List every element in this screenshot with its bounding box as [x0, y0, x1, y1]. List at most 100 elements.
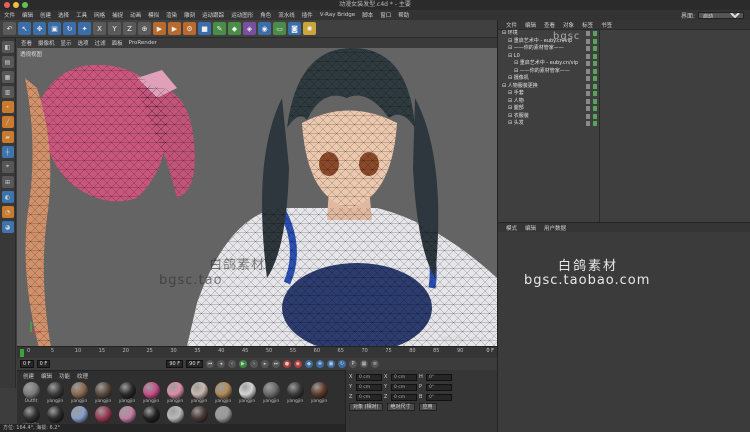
z-axis-icon[interactable]: Z — [123, 22, 136, 35]
object-row[interactable]: ⊟ 衣服装 — [498, 113, 750, 121]
object-enabled-icon[interactable] — [593, 91, 597, 96]
live-select-icon[interactable]: ↖ — [18, 22, 31, 35]
axis-mode-icon[interactable]: ┼ — [1, 146, 14, 158]
end-frame-field[interactable]: 90 F — [166, 360, 184, 368]
deformer-icon[interactable]: ◉ — [258, 22, 271, 35]
object-menu-item[interactable]: 文件 — [506, 21, 517, 29]
menu-item[interactable]: 动画 — [130, 11, 141, 19]
camera-icon[interactable]: ◙ — [288, 22, 301, 35]
menu-item[interactable]: 网格 — [94, 11, 105, 19]
menu-item[interactable]: 渲染 — [166, 11, 177, 19]
object-visibility-icon[interactable] — [586, 46, 590, 51]
menu-item[interactable]: 运动跟踪 — [202, 11, 224, 19]
object-row[interactable]: ⊟ 人物 — [498, 98, 750, 106]
spline-pen-icon[interactable]: ✎ — [213, 22, 226, 35]
object-visibility-icon[interactable] — [586, 76, 590, 81]
rotation-field[interactable]: 0° — [426, 393, 452, 401]
x-axis-icon[interactable]: X — [93, 22, 106, 35]
menu-item[interactable]: V-Ray Bridge — [320, 12, 355, 18]
pla-key-icon[interactable]: ▦ — [359, 360, 368, 368]
object-row[interactable]: ⊟ ——你的素材管家—— — [498, 45, 750, 53]
attribute-menu-item[interactable]: 用户数据 — [544, 224, 566, 232]
pink-hair-model[interactable] — [37, 64, 195, 202]
position-key-icon[interactable]: ✥ — [315, 360, 324, 368]
material-menu-item[interactable]: 编辑 — [41, 372, 52, 380]
move-icon[interactable]: ✥ — [33, 22, 46, 35]
object-visibility-icon[interactable] — [586, 121, 590, 126]
object-enabled-icon[interactable] — [593, 106, 597, 111]
object-row[interactable]: ⊟ 摄像机 — [498, 75, 750, 83]
rotate-icon[interactable]: ↻ — [63, 22, 76, 35]
object-row[interactable]: ⊟ 腿部 — [498, 105, 750, 113]
material-menu-item[interactable]: 功能 — [59, 372, 70, 380]
object-menu-item[interactable]: 查看 — [544, 21, 555, 29]
coordinate-system-icon[interactable]: ⊕ — [138, 22, 151, 35]
menu-item[interactable]: 编辑 — [22, 11, 33, 19]
material-swatch[interactable]: Outfit — [20, 382, 42, 404]
keyframe-selection-icon[interactable]: ◆ — [304, 360, 313, 368]
object-visibility-icon[interactable] — [586, 98, 590, 104]
viewport-menu-item[interactable]: 摄像机 — [38, 39, 55, 47]
attribute-menu-item[interactable]: 编辑 — [525, 224, 536, 232]
object-enabled-icon[interactable] — [593, 61, 597, 66]
material-swatch[interactable]: yangjin — [284, 382, 306, 404]
interface-select[interactable]: 启动 — [698, 11, 744, 19]
object-visibility-icon[interactable] — [586, 113, 590, 119]
object-enabled-icon[interactable] — [593, 83, 597, 89]
undo-icon[interactable]: ↶ — [3, 22, 16, 35]
model-mode-icon[interactable]: ▤ — [1, 56, 14, 68]
viewport-menu-item[interactable]: ProRender — [129, 40, 157, 46]
rotation-field[interactable]: 0° — [426, 383, 452, 391]
menu-item[interactable]: 工具 — [76, 11, 87, 19]
mograph-icon[interactable]: ◈ — [243, 22, 256, 35]
rotation-field[interactable]: 0° — [426, 373, 452, 381]
prev-key-icon[interactable]: ◂ — [216, 360, 225, 368]
object-visibility-icon[interactable] — [586, 53, 590, 59]
tweak-icon[interactable]: ◔ — [1, 206, 14, 218]
y-axis-icon[interactable]: Y — [108, 22, 121, 35]
material-swatch[interactable]: yangjin — [260, 382, 282, 404]
last-frame-icon[interactable]: ⏭ — [271, 360, 280, 368]
object-row[interactable]: ⊟ 手套 — [498, 90, 750, 98]
menu-item[interactable]: 运动图形 — [231, 11, 253, 19]
viewport-menu-item[interactable]: 选项 — [78, 39, 89, 47]
render-view-icon[interactable]: ▶ — [153, 22, 166, 35]
object-enabled-icon[interactable] — [593, 76, 597, 81]
object-visibility-icon[interactable] — [586, 83, 590, 89]
timeline-menu-icon[interactable]: ≡ — [370, 360, 379, 368]
close-dot-icon[interactable] — [4, 2, 10, 8]
solo-icon[interactable]: ◐ — [1, 191, 14, 203]
preview-end-field[interactable]: 90 F — [186, 360, 203, 368]
minimize-dot-icon[interactable] — [13, 2, 19, 8]
material-swatch[interactable]: yangjin — [188, 382, 210, 404]
position-field[interactable]: 0 cm — [356, 373, 382, 381]
material-swatch[interactable]: yangjin — [44, 382, 66, 404]
viewport-menu-item[interactable]: 查看 — [21, 39, 32, 47]
position-field[interactable]: 0 cm — [356, 383, 382, 391]
object-row[interactable]: ⊟ 环境 — [498, 30, 750, 38]
material-swatch[interactable]: yangjin — [212, 382, 234, 404]
next-key-icon[interactable]: ▸ — [260, 360, 269, 368]
zoom-dot-icon[interactable] — [22, 2, 28, 8]
next-frame-icon[interactable]: › — [249, 360, 258, 368]
object-visibility-icon[interactable] — [586, 91, 590, 96]
render-picture-viewer-icon[interactable]: ▶ — [168, 22, 181, 35]
apply-button[interactable]: 应用 — [418, 403, 437, 411]
object-visibility-icon[interactable] — [586, 38, 590, 44]
first-frame-icon[interactable]: ⏮ — [205, 360, 214, 368]
scale-key-icon[interactable]: ▣ — [326, 360, 335, 368]
object-menu-item[interactable]: 标签 — [582, 21, 593, 29]
sculpt-icon[interactable]: ◕ — [1, 221, 14, 233]
position-field[interactable]: 0 cm — [356, 393, 382, 401]
locked-workplane-icon[interactable]: ⊞ — [1, 176, 14, 188]
prev-frame-icon[interactable]: ‹ — [227, 360, 236, 368]
material-swatch[interactable]: yangjin — [140, 382, 162, 404]
menu-item[interactable]: 选择 — [58, 11, 69, 19]
object-enabled-icon[interactable] — [593, 31, 597, 36]
menu-item[interactable]: 流水线 — [278, 11, 295, 19]
play-icon[interactable]: ▶ — [238, 360, 247, 368]
menu-item[interactable]: 文件 — [4, 11, 15, 19]
texture-mode-icon[interactable]: ▦ — [1, 71, 14, 83]
snap-icon[interactable]: ⌖ — [1, 161, 14, 173]
object-visibility-icon[interactable] — [586, 31, 590, 36]
